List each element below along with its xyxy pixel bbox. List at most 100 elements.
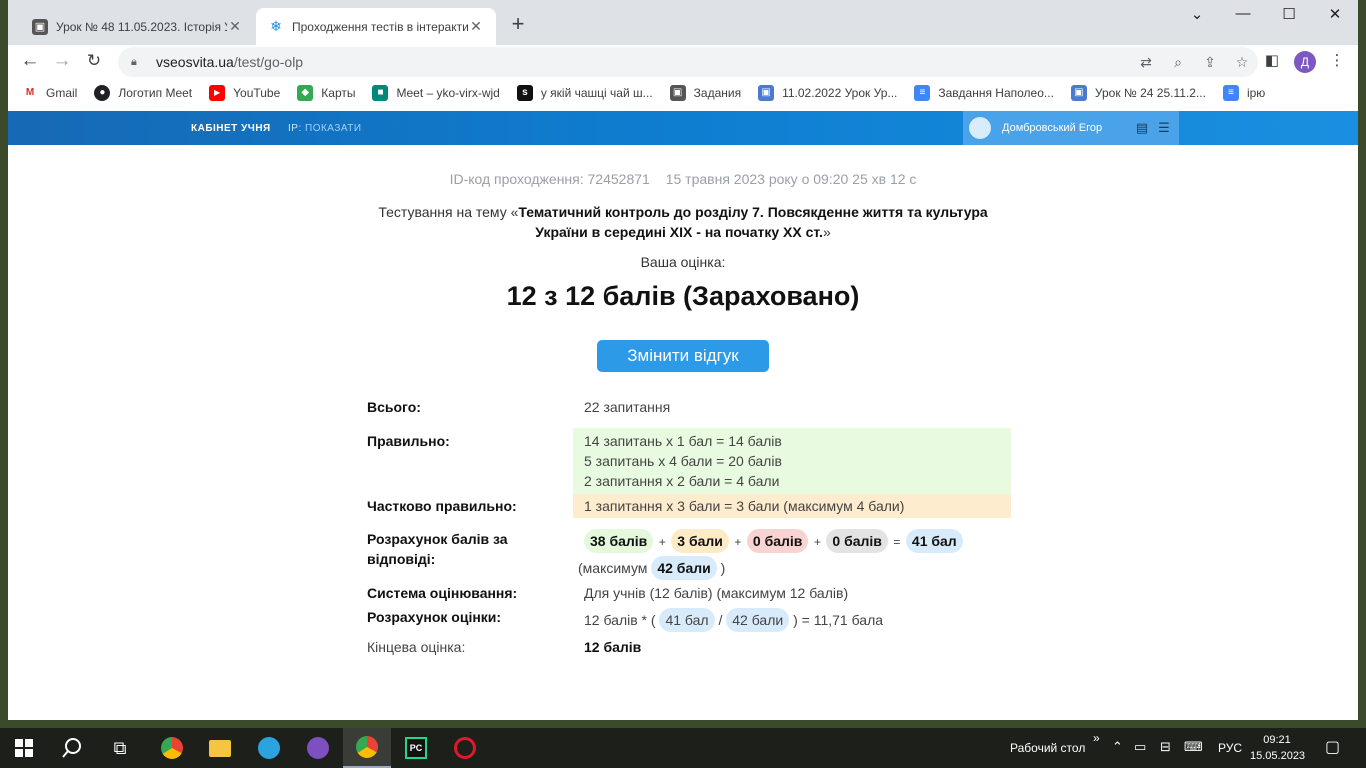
back-icon[interactable]: ← (17, 49, 43, 75)
ip-info: IP: ПОКАЗАТИ (288, 123, 362, 134)
maps-icon: ◆ (297, 85, 314, 101)
maximize-button[interactable]: ☐ (1266, 5, 1312, 27)
test-topic: Тестування на тему «Тематичний контроль … (378, 204, 988, 240)
bookmark-item[interactable]: ▣ Урок № 24 25.11.2... (1070, 85, 1206, 101)
bookmark-item[interactable]: ● Логотип Meet (94, 85, 192, 101)
close-tab-icon[interactable]: ✕ (468, 18, 484, 35)
reload-icon[interactable]: ↻ (81, 49, 107, 75)
wrong-points-pill: 0 балів (746, 529, 809, 553)
partial-points-pill: 3 бали (671, 529, 729, 553)
github-icon: ● (94, 85, 111, 101)
cabinet-link[interactable]: КАБІНЕТ УЧНЯ (191, 123, 271, 134)
meet-icon: ■ (372, 85, 389, 101)
forward-icon[interactable]: → (49, 49, 75, 75)
network-icon[interactable]: ⊟ (1160, 739, 1171, 755)
your-grade-label: Ваша оцінка: (640, 254, 726, 270)
total-label: Всього: (367, 399, 421, 415)
share-icon[interactable]: ⇪ (1194, 54, 1226, 71)
final-grade-row: Кінцева оцінка: 12 балів (367, 637, 1011, 659)
telegram-icon[interactable] (245, 728, 293, 768)
user-box[interactable]: Домбровський Егор ▤ ☰ (963, 111, 1179, 145)
close-tab-icon[interactable]: ✕ (227, 18, 243, 35)
partial-row: Частково правильно: 1 запитання x 3 бали… (367, 494, 1011, 518)
docs-icon: ≡ (1222, 85, 1239, 101)
snowflake-icon: ❄ (270, 18, 282, 34)
bookmark-item[interactable]: ▣ 11.02.2022 Урок Ур... (758, 85, 897, 101)
final-grade-label: Кінцева оцінка: (367, 639, 466, 655)
classroom-icon: ▣ (32, 18, 48, 35)
taskbar: ⧉ PC Рабочий стол » ⌃ ▭ ⊟ ⌨ РУС 09:21 15… (0, 728, 1366, 768)
browser-toolbar: ← → ↻ 🔒︎ vseosvita.ua/test/go-olp ⇄ ⌕ ⇪ … (8, 45, 1358, 77)
bookmark-item[interactable]: ▣ Задания (669, 85, 741, 101)
tab-title: Проходження тестів в інтеракти (292, 19, 468, 34)
minimize-button[interactable]: — (1220, 5, 1266, 27)
desktop-toolbar-label[interactable]: Рабочий стол (1010, 741, 1085, 755)
bookmark-item[interactable]: M Gmail (22, 85, 77, 101)
tab-test[interactable]: ❄ Проходження тестів в інтеракти ✕ (256, 8, 496, 45)
url-text[interactable]: vseosvita.ua/test/go-olp (156, 54, 1130, 70)
bookmark-item[interactable]: ◆ Карты (297, 85, 355, 101)
chat-icon[interactable]: ▤ (1131, 120, 1153, 136)
windows-start-icon[interactable] (0, 728, 48, 768)
toolbar-chevron[interactable]: » (1093, 731, 1100, 745)
change-feedback-button[interactable]: Змінити відгук (597, 340, 769, 372)
battery-icon[interactable]: ▭ (1134, 739, 1146, 755)
classroom-icon: ▣ (758, 85, 775, 101)
correct-values: 14 запитань x 1 бал = 14 балів 5 запитан… (573, 428, 1011, 494)
grade-calc-label: Розрахунок оцінки: (367, 609, 502, 625)
zoom-icon[interactable]: ⌕ (1162, 54, 1194, 71)
bookmark-item[interactable]: ≡ ірю (1222, 85, 1265, 101)
site-header: КАБІНЕТ УЧНЯ IP: ПОКАЗАТИ Домбровський Е… (8, 111, 1358, 145)
total-value: 22 запитання (584, 399, 671, 415)
browser-window: ▣ Урок № 48 11.05.2023. Історія У ✕ ❄ Пр… (8, 0, 1358, 720)
max-points-pill: 42 бали (651, 556, 717, 580)
viber-icon[interactable] (294, 728, 342, 768)
bookmark-item[interactable]: sу якій чашці чай ш... (516, 85, 653, 101)
user-name[interactable]: Домбровський Егор (1002, 122, 1131, 134)
attempt-meta: ID-код проходження: 72452871 15 травня 2… (8, 171, 1358, 187)
bookmark-item[interactable]: ≡ Завдання Наполео... (914, 85, 1054, 101)
partial-label: Частково правильно: (367, 498, 517, 514)
chrome-icon[interactable] (148, 728, 196, 768)
translate-icon[interactable]: ⇄ (1130, 54, 1162, 71)
bookmark-item[interactable]: ▶ YouTube (209, 85, 280, 101)
hamburger-menu-icon[interactable]: ☰ (1153, 120, 1175, 136)
address-bar[interactable]: 🔒︎ vseosvita.ua/test/go-olp ⇄ ⌕ ⇪ ☆ (118, 47, 1258, 77)
bookmark-item[interactable]: ■ Meet – yko-virx-wjd (372, 85, 500, 101)
docs-icon: ≡ (914, 85, 931, 101)
profile-avatar[interactable]: Д (1294, 51, 1316, 73)
classroom-icon: ▣ (1070, 85, 1087, 101)
search-icon[interactable] (48, 728, 96, 768)
file-explorer-icon[interactable] (196, 728, 244, 768)
bookmark-site-icon: s (516, 85, 533, 101)
tab-search-icon[interactable]: ⌄ (1174, 5, 1220, 27)
new-tab-button[interactable]: + (506, 13, 530, 37)
opera-icon[interactable] (441, 728, 489, 768)
bookmarks-bar: M Gmail ● Логотип Meet ▶ YouTube ◆ Карты ■ Me… (8, 79, 1358, 107)
notifications-icon[interactable]: ▢ (1325, 737, 1340, 757)
final-grade-value: 12 балів (584, 639, 642, 655)
earned-points-pill: 41 бал (659, 608, 715, 632)
close-window-button[interactable]: ✕ (1312, 5, 1358, 27)
clock[interactable]: 09:21 15.05.2023 (1250, 732, 1306, 764)
grading-system-row: Система оцінювання: Для учнів (12 балів)… (367, 583, 1011, 605)
tab-lesson[interactable]: ▣ Урок № 48 11.05.2023. Історія У ✕ (20, 8, 255, 45)
clock-date: 15.05.2023 (1250, 750, 1306, 762)
total-points-pill: 41 бал (905, 529, 963, 553)
avatar[interactable] (969, 117, 991, 139)
grading-system-label: Система оцінювання: (367, 585, 518, 601)
show-ip-link[interactable]: ПОКАЗАТИ (305, 123, 362, 134)
pycharm-icon[interactable]: PC (392, 728, 440, 768)
lock-icon[interactable]: 🔒︎ (131, 56, 145, 69)
max-points-pill: 42 бали (726, 608, 790, 632)
grading-system-value: Для учнів (12 балів) (максимум 12 балів) (584, 585, 849, 601)
task-view-icon[interactable]: ⧉ (96, 728, 144, 768)
tray-overflow-icon[interactable]: ⌃ (1112, 739, 1123, 755)
menu-dots-icon[interactable]: ⋮ (1325, 51, 1349, 75)
star-icon[interactable]: ☆ (1226, 54, 1258, 71)
side-panel-icon[interactable]: ◧ (1260, 51, 1284, 75)
language-indicator[interactable]: РУС (1218, 741, 1242, 755)
chrome-profile-icon[interactable] (343, 728, 391, 768)
correct-points-pill: 38 балів (584, 529, 654, 553)
keyboard-icon[interactable]: ⌨ (1184, 739, 1203, 755)
